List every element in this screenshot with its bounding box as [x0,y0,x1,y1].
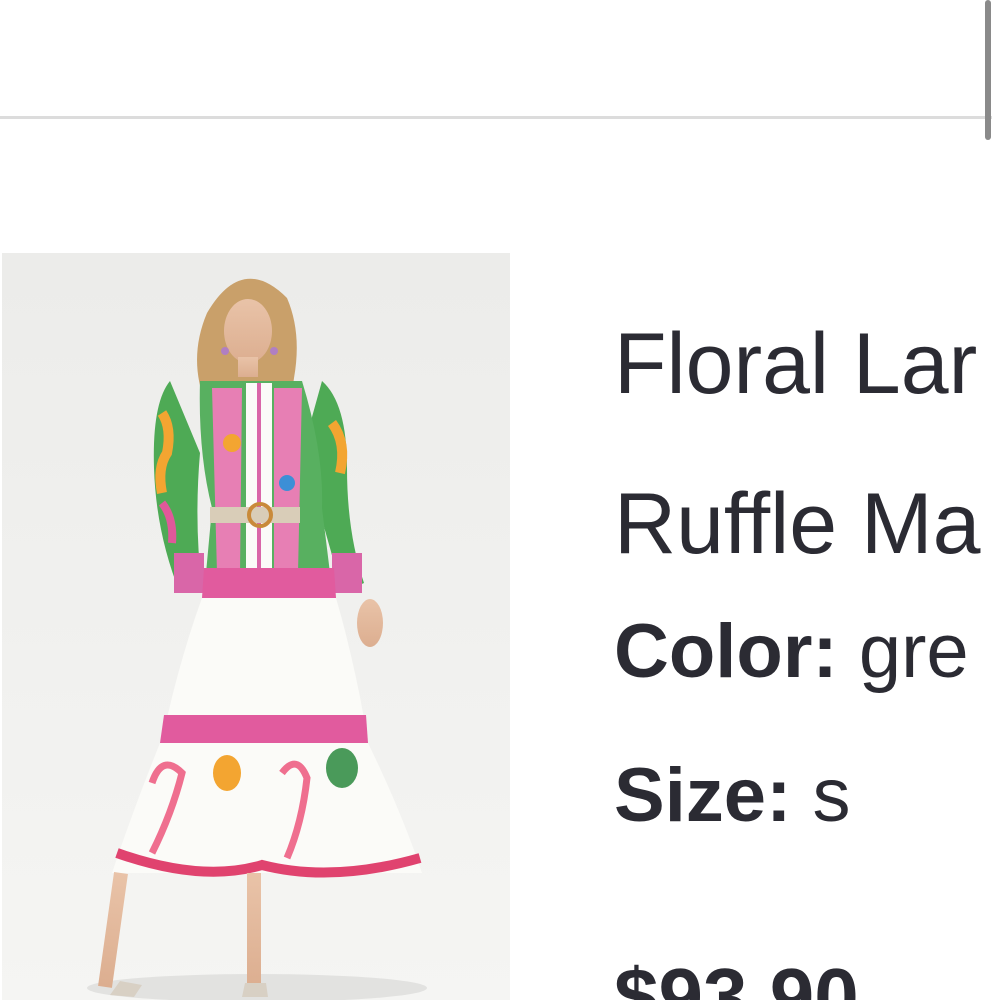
color-label: Color: [614,609,838,694]
product-title: Floral Lar Ruffle Ma [614,284,1000,604]
scrollbar-thumb[interactable] [985,0,991,140]
color-attribute: Color: gre [614,612,969,692]
product-price: $93.90 [614,952,859,1000]
size-attribute: Size: s [614,756,851,836]
size-label: Size: [614,753,792,838]
color-value: gre [837,609,969,694]
product-page: Floral Lar Ruffle Ma Color: gre Size: s … [0,0,1000,1000]
size-value: s [791,753,851,838]
product-title-line-2: Ruffle Ma [614,476,981,572]
product-image[interactable] [2,253,510,1000]
product-title-line-1: Floral Lar [614,316,978,412]
header-divider [0,116,992,119]
